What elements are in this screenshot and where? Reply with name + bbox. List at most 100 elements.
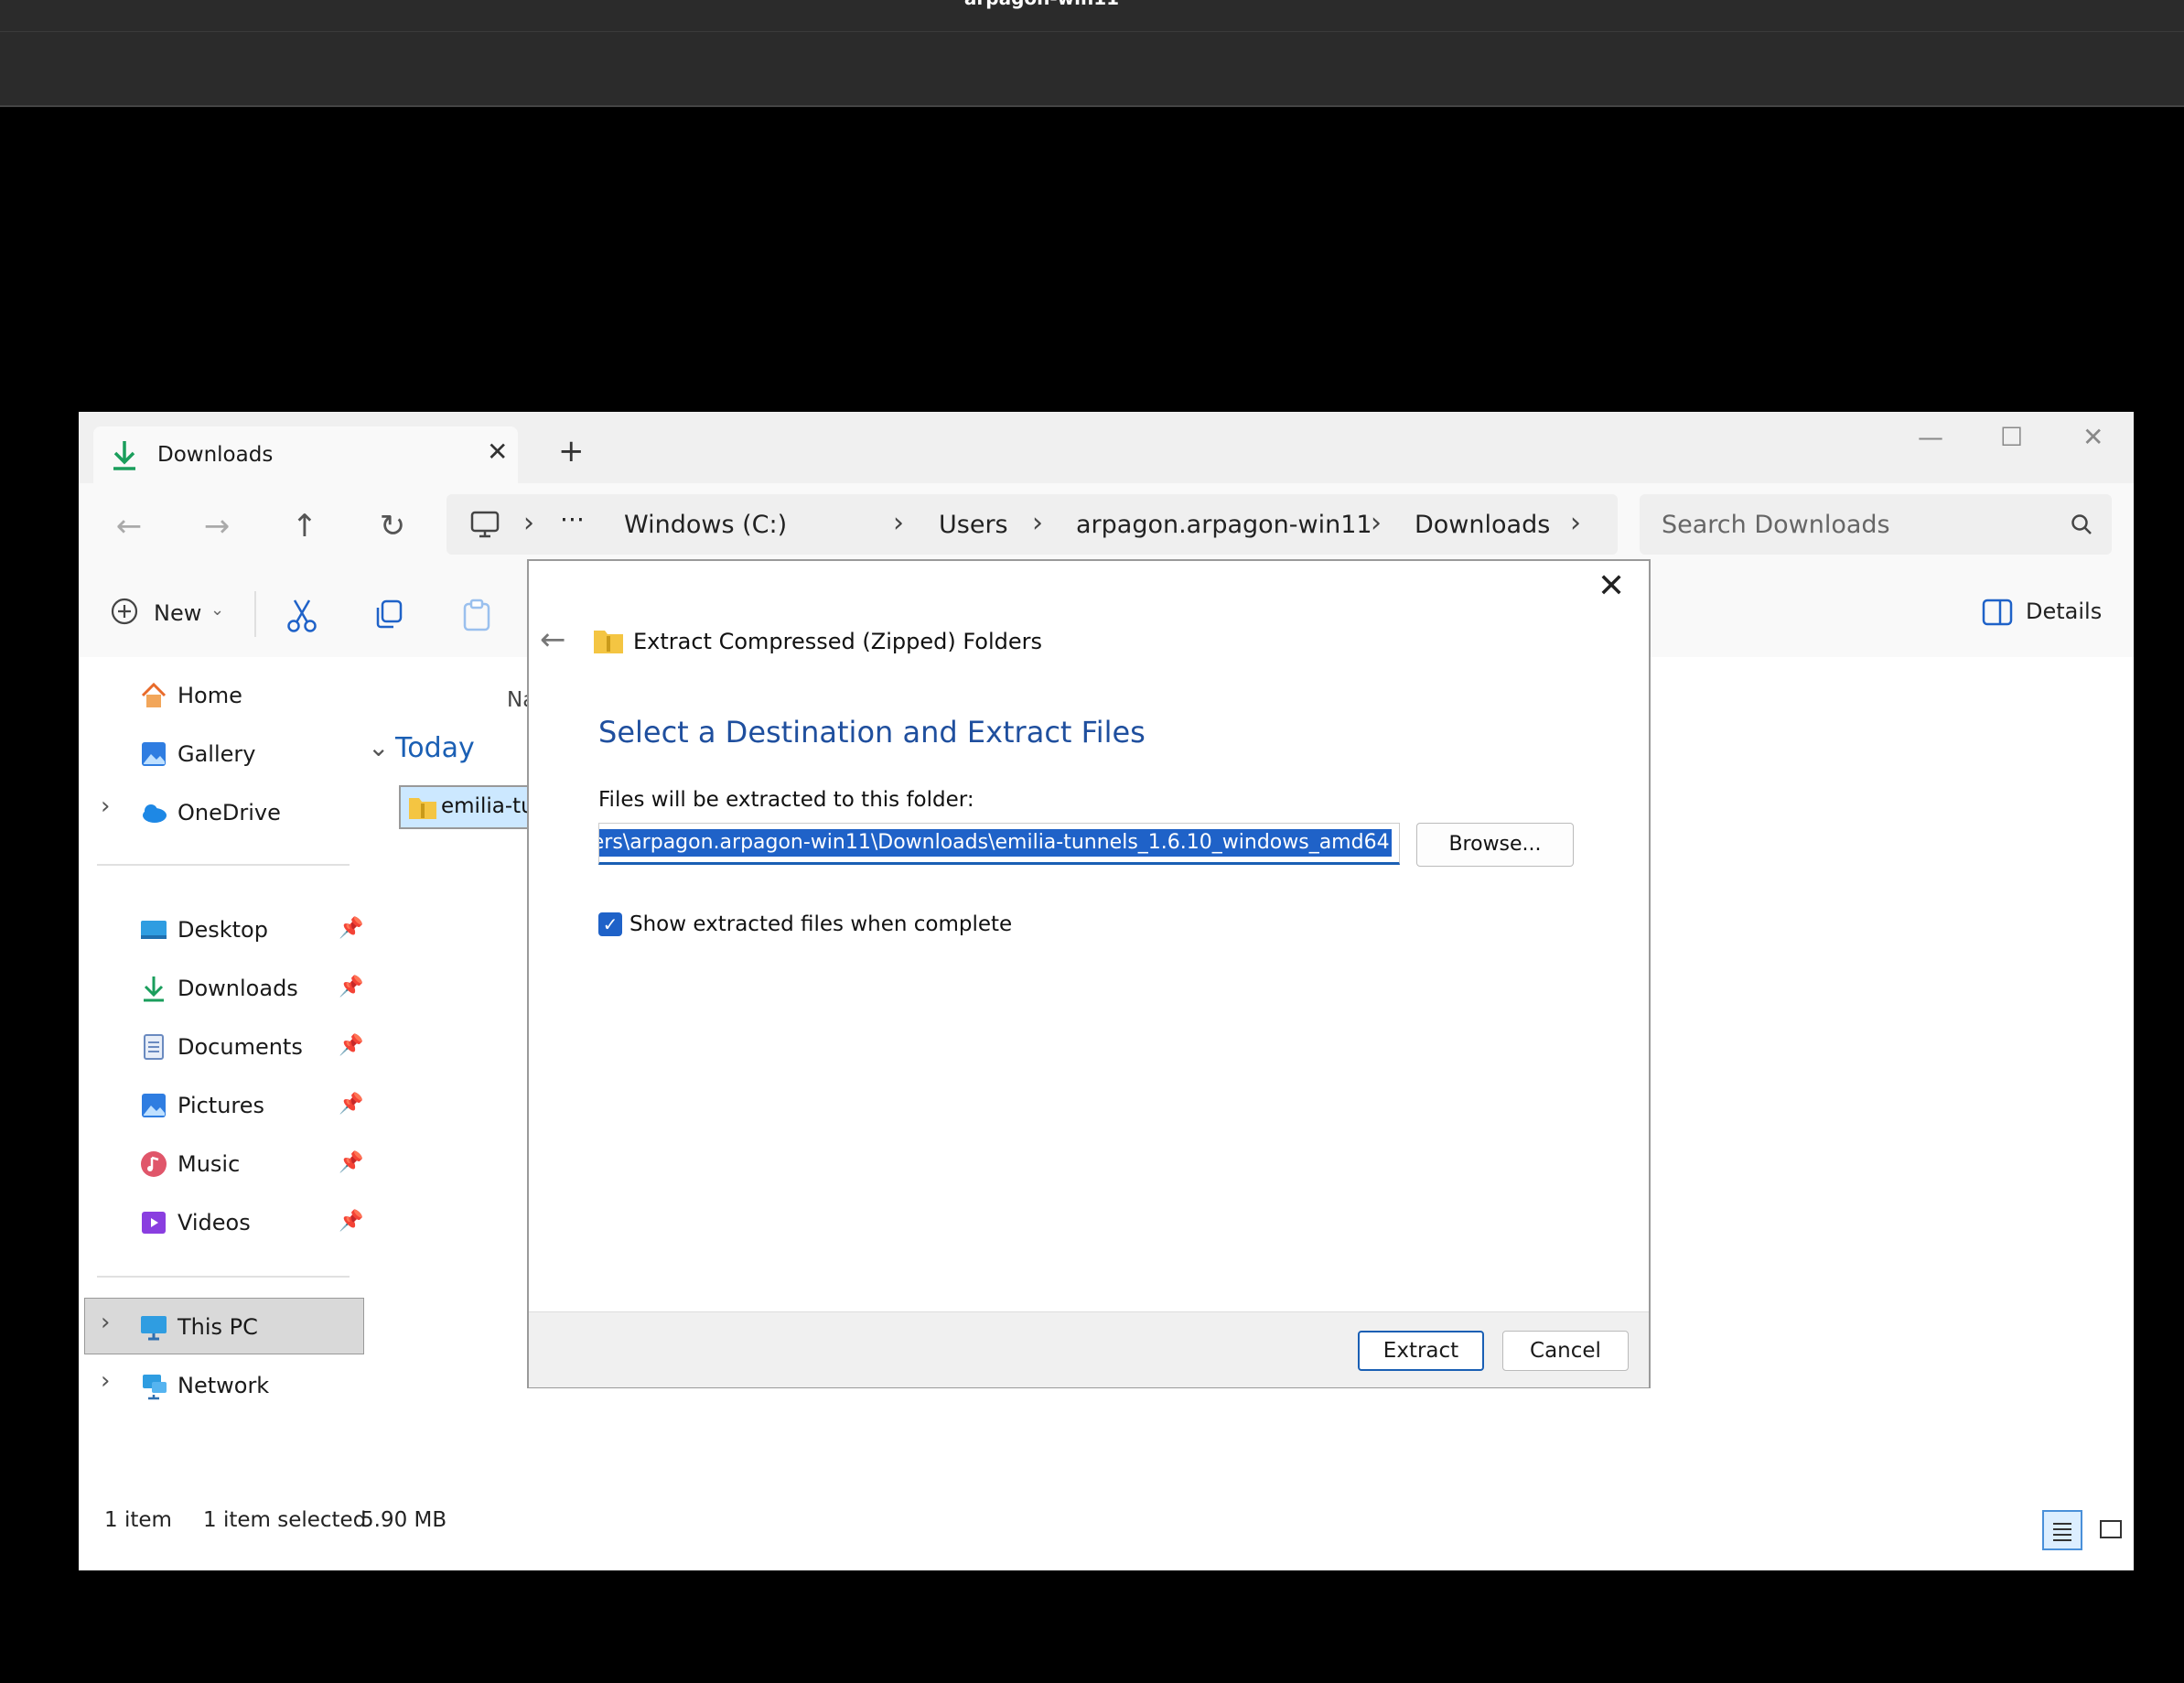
- breadcrumb-drive[interactable]: Windows (C:): [624, 511, 787, 539]
- dialog-title: Extract Compressed (Zipped) Folders: [633, 629, 1042, 654]
- cloud-icon: [143, 804, 167, 823]
- destination-input[interactable]: C:\Users\arpagon.arpagon-win11\Downloads…: [599, 829, 1392, 857]
- details-pane-icon[interactable]: [1982, 599, 2013, 626]
- breadcrumb-separator-icon: ›: [1371, 507, 1382, 539]
- show-files-checkbox[interactable]: ✓: [598, 912, 622, 936]
- dialog-footer: Extract Cancel: [529, 1311, 1649, 1387]
- close-window-icon[interactable]: ✕: [2082, 425, 2103, 450]
- breadcrumb-more-icon[interactable]: ⋯: [560, 505, 585, 534]
- breadcrumb-separator-icon: ›: [893, 507, 904, 539]
- search-icon[interactable]: [2070, 512, 2093, 536]
- chevron-down-icon[interactable]: ⌄: [368, 732, 389, 762]
- tiles-view-button[interactable]: [2092, 1510, 2132, 1550]
- details-button[interactable]: Details: [2026, 599, 2102, 624]
- nav-item-home[interactable]: Home: [139, 670, 359, 721]
- nav-label: This PC: [178, 1314, 258, 1340]
- search-input[interactable]: [1660, 507, 2048, 542]
- network-icon: [143, 1375, 167, 1400]
- search-box[interactable]: [1640, 494, 2112, 555]
- dialog-heading: Select a Destination and Extract Files: [598, 715, 1146, 750]
- status-selected: 1 item selected: [203, 1508, 367, 1532]
- desktop-icon: [141, 921, 167, 939]
- status-size: 5.90 MB: [360, 1508, 447, 1532]
- new-button-label: New: [154, 600, 202, 626]
- pin-icon[interactable]: 📌: [339, 1093, 363, 1116]
- back-arrow-icon[interactable]: ←: [106, 503, 152, 549]
- copy-icon[interactable]: [373, 599, 404, 630]
- close-tab-icon[interactable]: ✕: [487, 439, 508, 465]
- host-toolbar: [0, 32, 2184, 107]
- minimize-icon[interactable]: —: [1918, 425, 1943, 450]
- zip-folder-icon: [409, 798, 436, 819]
- nav-item-gallery[interactable]: Gallery: [139, 728, 359, 780]
- chevron-right-icon[interactable]: ›: [101, 1309, 110, 1336]
- tab-strip: Downloads ✕ + — ☐ ✕: [79, 412, 2134, 483]
- forward-arrow-icon[interactable]: →: [194, 503, 240, 549]
- breadcrumb-separator-icon: ›: [1570, 507, 1581, 539]
- zip-folder-icon: [594, 631, 623, 653]
- status-bar: 1 item 1 item selected 5.90 MB: [79, 1490, 2134, 1570]
- pin-icon[interactable]: 📌: [339, 1034, 363, 1057]
- nav-label: Downloads: [178, 976, 298, 1001]
- list-view-icon: [2053, 1523, 2071, 1541]
- downloads-icon: [144, 976, 164, 1002]
- up-arrow-icon[interactable]: ↑: [282, 503, 328, 549]
- host-window-title: arpagon-win11: [0, 0, 2083, 9]
- back-arrow-icon[interactable]: ←: [540, 621, 566, 658]
- refresh-icon[interactable]: ↻: [370, 503, 415, 549]
- navigation-pane: Home Gallery › OneDrive Desktop 📌 Downlo…: [79, 657, 369, 1490]
- nav-item-downloads[interactable]: Downloads 📌: [139, 963, 363, 1014]
- cut-icon[interactable]: [285, 599, 318, 633]
- pin-icon[interactable]: 📌: [339, 1210, 363, 1233]
- chevron-right-icon[interactable]: ›: [101, 1367, 110, 1395]
- nav-label: OneDrive: [178, 800, 281, 825]
- tab-downloads[interactable]: Downloads ✕: [93, 426, 518, 483]
- nav-divider: [97, 1276, 350, 1278]
- gallery-icon: [142, 742, 166, 766]
- nav-item-pictures[interactable]: Pictures 📌: [139, 1080, 363, 1131]
- new-tab-button[interactable]: +: [558, 436, 585, 467]
- breadcrumb-users[interactable]: Users: [939, 511, 1008, 539]
- cancel-button[interactable]: Cancel: [1502, 1331, 1629, 1371]
- documents-icon: [144, 1034, 164, 1060]
- pin-icon[interactable]: 📌: [339, 1151, 363, 1174]
- plus-circle-icon: [111, 598, 138, 625]
- nav-item-desktop[interactable]: Desktop 📌: [139, 904, 363, 955]
- group-header-today[interactable]: Today: [395, 732, 475, 764]
- pictures-icon: [142, 1094, 166, 1117]
- nav-item-network[interactable]: Network: [139, 1360, 359, 1411]
- nav-label: Music: [178, 1151, 241, 1177]
- nav-item-videos[interactable]: Videos 📌: [139, 1197, 363, 1248]
- maximize-icon[interactable]: ☐: [2000, 425, 2023, 450]
- address-bar[interactable]: › ⋯ Windows (C:) › Users › arpagon.arpag…: [446, 494, 1618, 555]
- close-dialog-icon[interactable]: ✕: [1598, 570, 1625, 603]
- pc-icon: [470, 511, 500, 538]
- paste-icon[interactable]: [461, 599, 492, 631]
- pin-icon[interactable]: 📌: [339, 917, 363, 940]
- breadcrumb-separator-icon: ›: [523, 507, 534, 539]
- details-view-button[interactable]: [2042, 1510, 2082, 1550]
- nav-item-music[interactable]: Music 📌: [139, 1138, 363, 1190]
- new-button[interactable]: New ⌄: [110, 588, 245, 639]
- nav-item-documents[interactable]: Documents 📌: [139, 1021, 363, 1073]
- destination-field[interactable]: C:\Users\arpagon.arpagon-win11\Downloads…: [598, 823, 1400, 865]
- nav-label: Home: [178, 683, 242, 708]
- nav-item-this-pc[interactable]: This PC: [139, 1301, 359, 1353]
- nav-label: Desktop: [178, 917, 268, 943]
- breadcrumb-user[interactable]: arpagon.arpagon-win11: [1076, 511, 1372, 539]
- nav-item-onedrive[interactable]: OneDrive: [139, 787, 359, 838]
- chevron-right-icon[interactable]: ›: [101, 793, 110, 820]
- nav-divider: [97, 864, 350, 866]
- nav-label: Videos: [178, 1210, 251, 1235]
- browse-button[interactable]: Browse...: [1416, 823, 1574, 867]
- destination-label: Files will be extracted to this folder:: [598, 788, 974, 812]
- breadcrumb-downloads[interactable]: Downloads: [1415, 511, 1550, 539]
- toolbar-divider: [254, 591, 256, 637]
- nav-label: Documents: [178, 1034, 303, 1060]
- extract-button[interactable]: Extract: [1358, 1331, 1484, 1371]
- home-icon: [141, 682, 167, 707]
- show-files-checkbox-label[interactable]: Show extracted files when complete: [629, 912, 1012, 936]
- pin-icon[interactable]: 📌: [339, 976, 363, 998]
- host-titlebar: arpagon-win11: [0, 0, 2184, 32]
- extract-dialog: ✕ ← Extract Compressed (Zipped) Folders …: [527, 559, 1651, 1388]
